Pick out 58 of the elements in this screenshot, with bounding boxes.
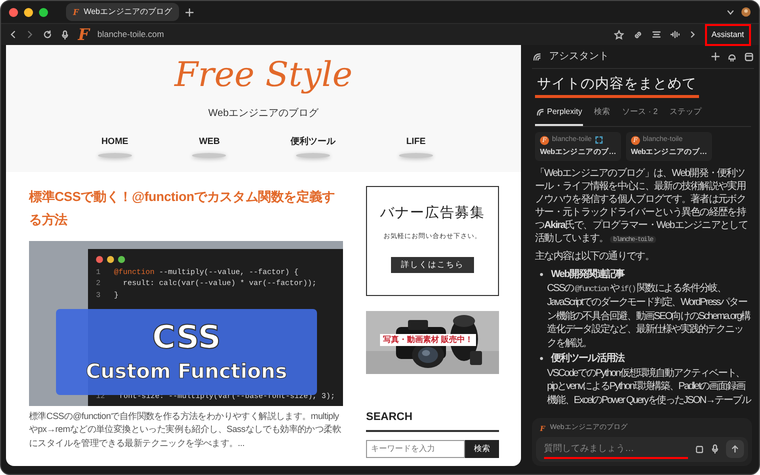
ad-caption: 写真・動画素材 販売中！ bbox=[380, 334, 476, 346]
reload-icon[interactable] bbox=[43, 30, 52, 39]
bullet-title: 便利ツール活用法 bbox=[551, 352, 624, 366]
tab-title: Webエンジニアのブログ bbox=[84, 6, 172, 18]
maximize-button[interactable] bbox=[39, 8, 48, 16]
minimize-button[interactable] bbox=[24, 8, 33, 16]
bullet-text: VSCodeでのPython仮想環境自動アクティベート、pipとvenvによるPython環境構築、Padletの画面録画機能、ExcelのPower Queryを使ったJSON→テーブル bbox=[546, 366, 751, 408]
answer-tab[interactable]: 検索 bbox=[593, 104, 612, 126]
nav-link[interactable]: WEB bbox=[192, 135, 226, 158]
bullet-title: Web開発関連記事 bbox=[551, 268, 624, 282]
link-icon[interactable] bbox=[632, 30, 643, 40]
banner-title: CSS bbox=[152, 320, 221, 352]
article-excerpt: 標準CSSの@functionで自作関数を作る方法をわかりやすく解説します。multiplyやpx→remなどの単位変換といった実例も紹介し、Sassなしでも効率的かつ柔軟にスタイルを管理できる最新テクニックを学べます。... bbox=[29, 410, 342, 450]
bullet-icon bbox=[540, 357, 543, 360]
window-dot bbox=[107, 256, 114, 262]
arrow-up-icon bbox=[731, 445, 739, 454]
answer-tab[interactable]: ソース · 2 bbox=[621, 104, 659, 126]
ad-title: バナー広告募集 bbox=[380, 203, 485, 222]
assistant-button[interactable]: Assistant bbox=[704, 24, 751, 46]
window-dot bbox=[96, 256, 103, 262]
send-button[interactable] bbox=[726, 440, 744, 458]
list-icon[interactable] bbox=[652, 30, 661, 39]
new-tab-icon[interactable] bbox=[185, 8, 194, 16]
star-icon[interactable] bbox=[614, 30, 624, 40]
panel-title: アシスタント bbox=[549, 50, 610, 64]
back-icon[interactable] bbox=[9, 30, 17, 39]
search-heading: SEARCH bbox=[366, 409, 499, 432]
site-logo: F bbox=[73, 8, 79, 16]
nav-link[interactable]: LIFE bbox=[400, 135, 432, 158]
query-heading: サイトの内容をまとめて bbox=[535, 69, 698, 98]
answer-intro: 主な内容は以下の通りです。 bbox=[535, 250, 655, 264]
search-button[interactable]: 検索 bbox=[465, 440, 499, 458]
nav-link[interactable]: 便利ツール bbox=[284, 135, 342, 158]
site-tagline: Webエンジニアのブログ bbox=[208, 106, 319, 122]
answer-tab[interactable]: ステップ bbox=[668, 104, 703, 126]
screenshot-icon[interactable] bbox=[695, 444, 704, 454]
close-button[interactable] bbox=[9, 8, 18, 16]
banner-subtitle: Custom Functions bbox=[86, 358, 288, 382]
forward-icon[interactable] bbox=[26, 30, 34, 39]
window-icon[interactable] bbox=[744, 52, 754, 62]
avatar[interactable] bbox=[741, 7, 751, 17]
waveform-icon[interactable] bbox=[670, 30, 681, 39]
nav-link[interactable]: HOME bbox=[95, 135, 134, 158]
answer-tab[interactable]: Perplexity bbox=[535, 104, 584, 126]
microphone-icon[interactable] bbox=[61, 30, 69, 40]
site-logo: F bbox=[78, 26, 90, 42]
chevron-right-icon[interactable] bbox=[690, 30, 696, 39]
window-dot bbox=[118, 256, 125, 262]
bullet-icon bbox=[540, 273, 543, 276]
url-text[interactable]: blanche-toile.com bbox=[97, 28, 164, 41]
microphone-icon[interactable] bbox=[711, 444, 719, 454]
plus-icon[interactable] bbox=[711, 52, 720, 61]
browser-tab[interactable]: F Webエンジニアのブログ bbox=[66, 3, 179, 21]
details-button[interactable]: 詳しくはこちら bbox=[391, 256, 474, 273]
bullet-text: CSSの @function や if() 関数による条件分岐、JavaScriptでのダークモード判定、WordPressパターン機能の不具合回避、動画SEO向けのSchema.org構造化データ設定など、最新仕様や実践的テクニックを解説。 bbox=[546, 282, 751, 350]
search-field[interactable]: キーワードを入力 bbox=[366, 440, 465, 458]
question-field[interactable]: 質問してみましょう… bbox=[536, 436, 748, 462]
chevron-down-icon[interactable] bbox=[726, 8, 735, 16]
